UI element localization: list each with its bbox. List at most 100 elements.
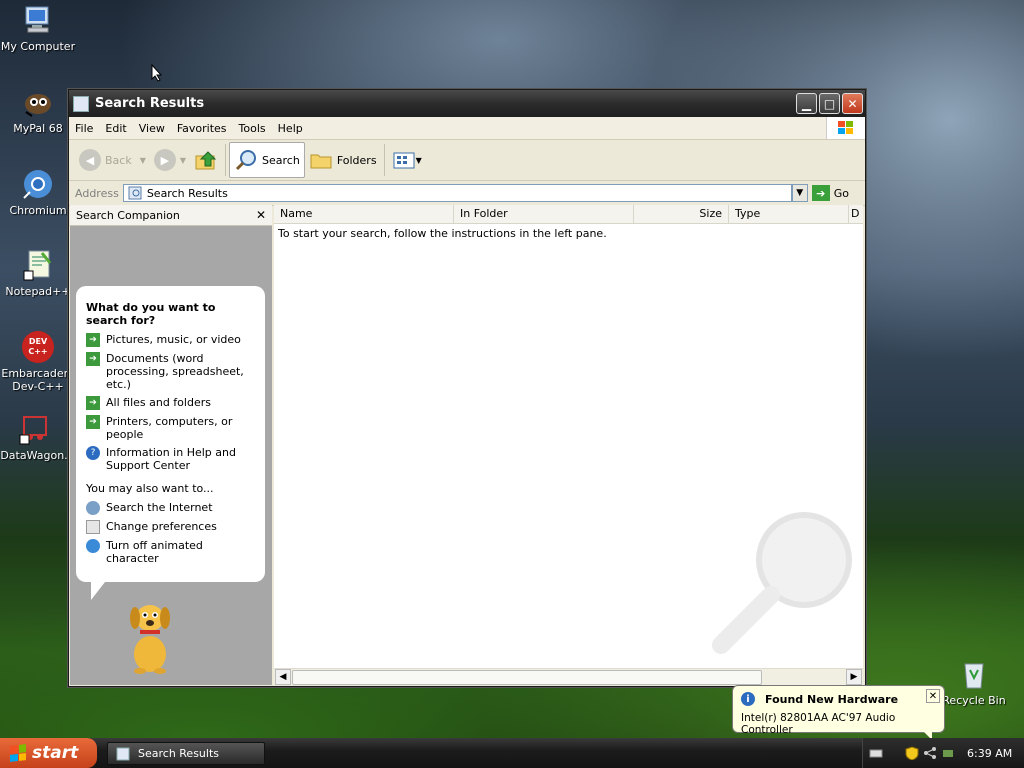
search-option-all-files[interactable]: ➔ All files and folders bbox=[86, 396, 255, 410]
devcpp-icon: DEV C++ bbox=[22, 331, 54, 363]
menu-file[interactable]: File bbox=[69, 122, 99, 135]
green-arrow-icon: ➔ bbox=[86, 415, 100, 429]
turn-off-character-link[interactable]: Turn off animated character bbox=[86, 539, 255, 565]
column-size[interactable]: Size bbox=[634, 205, 729, 223]
go-button[interactable]: ➔ Go bbox=[811, 185, 849, 201]
go-label: Go bbox=[833, 186, 849, 200]
address-dropdown-button[interactable]: ▼ bbox=[791, 184, 808, 202]
info-icon: i bbox=[741, 692, 755, 706]
globe-search-icon bbox=[86, 501, 100, 515]
clock[interactable]: 6:39 AM bbox=[967, 747, 1012, 760]
search-internet-link[interactable]: Search the Internet bbox=[86, 501, 255, 515]
start-button[interactable]: start bbox=[0, 738, 97, 768]
balloon-tail bbox=[91, 582, 105, 600]
search-button[interactable]: Search bbox=[229, 142, 305, 178]
column-headers: Name In Folder Size Type D bbox=[274, 205, 863, 224]
desktop-icon-label: My Computer bbox=[0, 40, 76, 53]
notification-title: Found New Hardware bbox=[765, 692, 899, 706]
horizontal-scrollbar[interactable]: ◀ ▶ bbox=[274, 668, 863, 685]
minimize-button[interactable]: ▁ bbox=[796, 93, 817, 114]
address-input[interactable]: Search Results bbox=[122, 184, 792, 202]
recycle-bin-icon bbox=[958, 658, 990, 690]
desktop-icon-chromium[interactable]: Chromium bbox=[0, 168, 78, 217]
preferences-icon bbox=[86, 520, 100, 534]
search-results-window: Search Results ▁ □ ✕ File Edit View Favo… bbox=[68, 89, 866, 687]
scroll-thumb[interactable] bbox=[292, 670, 762, 685]
security-shield-icon[interactable] bbox=[905, 746, 919, 760]
desktop-icon-recycle-bin[interactable]: Recycle Bin bbox=[934, 658, 1014, 707]
option-label: Pictures, music, or video bbox=[106, 333, 241, 346]
green-arrow-icon: ➔ bbox=[86, 352, 100, 366]
close-button[interactable]: ✕ bbox=[842, 93, 863, 114]
menu-favorites[interactable]: Favorites bbox=[171, 122, 233, 135]
menu-view[interactable]: View bbox=[133, 122, 171, 135]
windows-flag-icon bbox=[10, 744, 26, 762]
back-button[interactable]: ◀ Back ▼ bbox=[75, 143, 150, 177]
search-companion-header: Search Companion ✕ bbox=[70, 205, 272, 226]
search-companion-pane: Search Companion ✕ What do you want to s… bbox=[70, 205, 272, 685]
close-pane-icon[interactable]: ✕ bbox=[256, 208, 266, 222]
desktop-icon-label: Chromium bbox=[9, 204, 67, 217]
column-in-folder[interactable]: In Folder bbox=[454, 205, 634, 223]
network-icon[interactable] bbox=[923, 746, 937, 760]
toolbar-separator bbox=[383, 144, 385, 176]
views-button[interactable]: ▼ bbox=[388, 143, 426, 177]
menu-edit[interactable]: Edit bbox=[99, 122, 132, 135]
column-name[interactable]: Name bbox=[274, 205, 454, 223]
keyboard-icon[interactable] bbox=[869, 746, 883, 760]
menu-tools[interactable]: Tools bbox=[233, 122, 272, 135]
computer-icon bbox=[22, 4, 54, 36]
desktop-icon-label: Notepad++ bbox=[5, 285, 71, 298]
globe-icon bbox=[86, 539, 100, 553]
desktop-icon-my-computer[interactable]: My Computer bbox=[0, 4, 78, 53]
column-type[interactable]: Type bbox=[729, 205, 849, 223]
chromium-icon bbox=[22, 168, 54, 200]
taskbar: start Search Results 6:39 AM bbox=[0, 738, 1024, 768]
scroll-right-button[interactable]: ▶ bbox=[846, 669, 862, 685]
desktop-icon-label: Embarcadero Dev-C++ bbox=[1, 367, 75, 393]
search-dog-character-icon[interactable] bbox=[120, 594, 180, 674]
desktop-icon-label: DataWagon. bbox=[0, 449, 68, 462]
folders-button[interactable]: Folders bbox=[305, 143, 381, 177]
hardware-notification[interactable]: i Found New Hardware ✕ Intel(r) 82801AA … bbox=[732, 685, 945, 736]
up-folder-icon bbox=[195, 151, 217, 170]
column-date[interactable]: D bbox=[849, 205, 863, 223]
notification-close-button[interactable]: ✕ bbox=[926, 689, 940, 703]
menu-help[interactable]: Help bbox=[272, 122, 309, 135]
back-label: Back bbox=[105, 153, 132, 167]
desktop-icon-datawagon[interactable]: DataWagon. bbox=[0, 413, 74, 462]
mouse-cursor-icon bbox=[151, 64, 163, 82]
search-balloon: What do you want to search for? ➔ Pictur… bbox=[76, 286, 265, 582]
mypal-icon bbox=[22, 86, 54, 118]
folders-label: Folders bbox=[336, 153, 377, 167]
search-option-help[interactable]: ? Information in Help and Support Center bbox=[86, 446, 255, 472]
back-dropdown-icon[interactable]: ▼ bbox=[140, 156, 146, 165]
magnifier-icon bbox=[235, 150, 257, 171]
also-want-label: You may also want to... bbox=[86, 482, 214, 495]
taskbar-button-label: Search Results bbox=[138, 747, 220, 760]
forward-button[interactable]: ▶ ▼ bbox=[150, 143, 190, 177]
search-option-pictures[interactable]: ➔ Pictures, music, or video bbox=[86, 333, 255, 347]
change-preferences-link[interactable]: Change preferences bbox=[86, 520, 255, 534]
toolbar-separator bbox=[225, 144, 227, 176]
desktop-icon-notepadpp[interactable]: Notepad++ bbox=[0, 249, 78, 298]
search-option-documents[interactable]: ➔ Documents (word processing, spreadshee… bbox=[86, 352, 255, 391]
title-bar[interactable]: Search Results ▁ □ ✕ bbox=[69, 90, 865, 117]
results-message: To start your search, follow the instruc… bbox=[278, 227, 607, 240]
folders-icon bbox=[310, 154, 332, 169]
search-option-printers[interactable]: ➔ Printers, computers, or people bbox=[86, 415, 255, 441]
desktop-icon-devcpp[interactable]: DEV C++ Embarcadero Dev-C++ bbox=[0, 331, 78, 393]
back-arrow-icon: ◀ bbox=[79, 149, 101, 171]
hardware-icon[interactable] bbox=[941, 746, 955, 760]
scroll-left-button[interactable]: ◀ bbox=[275, 669, 291, 685]
search-question: What do you want to search for? bbox=[86, 301, 216, 327]
forward-dropdown-icon[interactable]: ▼ bbox=[180, 156, 186, 165]
start-label: start bbox=[32, 743, 79, 763]
maximize-button[interactable]: □ bbox=[819, 93, 840, 114]
desktop-icon-mypal[interactable]: MyPal 68 bbox=[0, 86, 78, 135]
taskbar-button-search-results[interactable]: Search Results bbox=[107, 742, 265, 765]
address-label: Address bbox=[75, 186, 119, 200]
up-folder-button[interactable] bbox=[190, 143, 222, 177]
search-results-icon bbox=[128, 186, 142, 200]
magnifier-watermark-icon bbox=[712, 512, 852, 654]
